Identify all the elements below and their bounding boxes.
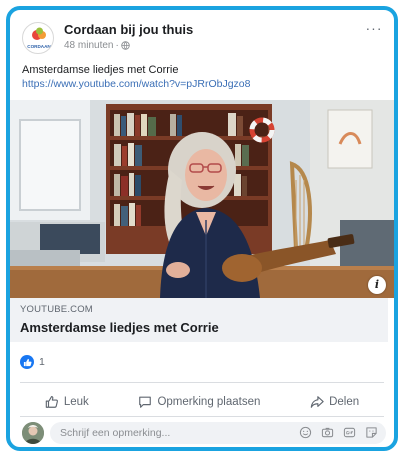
more-options-button[interactable]: ···: [364, 20, 384, 38]
page-name-link[interactable]: Cordaan bij jou thuis: [64, 22, 193, 37]
video-thumbnail[interactable]: i: [10, 100, 394, 298]
post-link[interactable]: https://www.youtube.com/watch?v=pJRrObJg…: [22, 78, 250, 90]
like-reaction-icon: [20, 355, 34, 369]
info-button[interactable]: i: [368, 276, 386, 294]
more-dots-icon: ···: [365, 20, 383, 36]
like-button[interactable]: Leuk: [45, 395, 89, 409]
reaction-count: 1: [39, 356, 45, 368]
like-label: Leuk: [63, 396, 89, 408]
reactions-summary[interactable]: 1: [20, 354, 45, 370]
preview-edge: [388, 298, 394, 342]
post-frame: CORDAAN Cordaan bij jou thuis 48 minuten…: [6, 6, 398, 451]
preview-title: Amsterdamse liedjes met Corrie: [20, 320, 219, 335]
share-icon: [310, 396, 324, 408]
logo-text: CORDAAN: [27, 44, 51, 49]
comment-composer: [18, 422, 386, 444]
facebook-post: CORDAAN Cordaan bij jou thuis 48 minuten…: [10, 10, 394, 447]
post-header: CORDAAN Cordaan bij jou thuis 48 minuten…: [18, 18, 386, 58]
page-avatar[interactable]: CORDAAN: [22, 22, 54, 54]
comment-label: Opmerking plaatsen: [157, 396, 261, 408]
link-preview[interactable]: YOUTUBE.COM Amsterdamse liedjes met Corr…: [10, 298, 394, 342]
share-button[interactable]: Delen: [310, 395, 359, 409]
sticker-icon[interactable]: [365, 426, 378, 439]
globe-icon: [121, 41, 130, 50]
camera-icon[interactable]: [321, 426, 334, 439]
preview-domain: YOUTUBE.COM: [20, 304, 93, 315]
post-timestamp[interactable]: 48 minuten: [64, 40, 113, 51]
comment-box: [50, 422, 386, 444]
share-label: Delen: [329, 396, 360, 408]
meta-separator: ·: [115, 40, 119, 51]
video-thumbnail-image: [10, 100, 394, 298]
info-icon: i: [374, 278, 380, 291]
thumbs-up-icon: [45, 396, 58, 408]
comment-tools: [299, 426, 378, 439]
user-avatar[interactable]: [22, 422, 44, 444]
divider: [20, 416, 384, 417]
comment-icon: [139, 396, 152, 408]
post-meta: 48 minuten ·: [64, 40, 130, 51]
cordaan-logo-icon: CORDAAN: [27, 27, 51, 49]
post-text: Amsterdamse liedjes met Corrie: [22, 64, 179, 76]
emoji-icon[interactable]: [299, 426, 312, 439]
post-actions: Leuk Opmerking plaatsen Delen: [20, 390, 384, 414]
divider: [20, 382, 384, 383]
gif-icon[interactable]: [343, 426, 356, 439]
comment-button[interactable]: Opmerking plaatsen: [138, 395, 260, 409]
comment-input[interactable]: [60, 422, 280, 444]
